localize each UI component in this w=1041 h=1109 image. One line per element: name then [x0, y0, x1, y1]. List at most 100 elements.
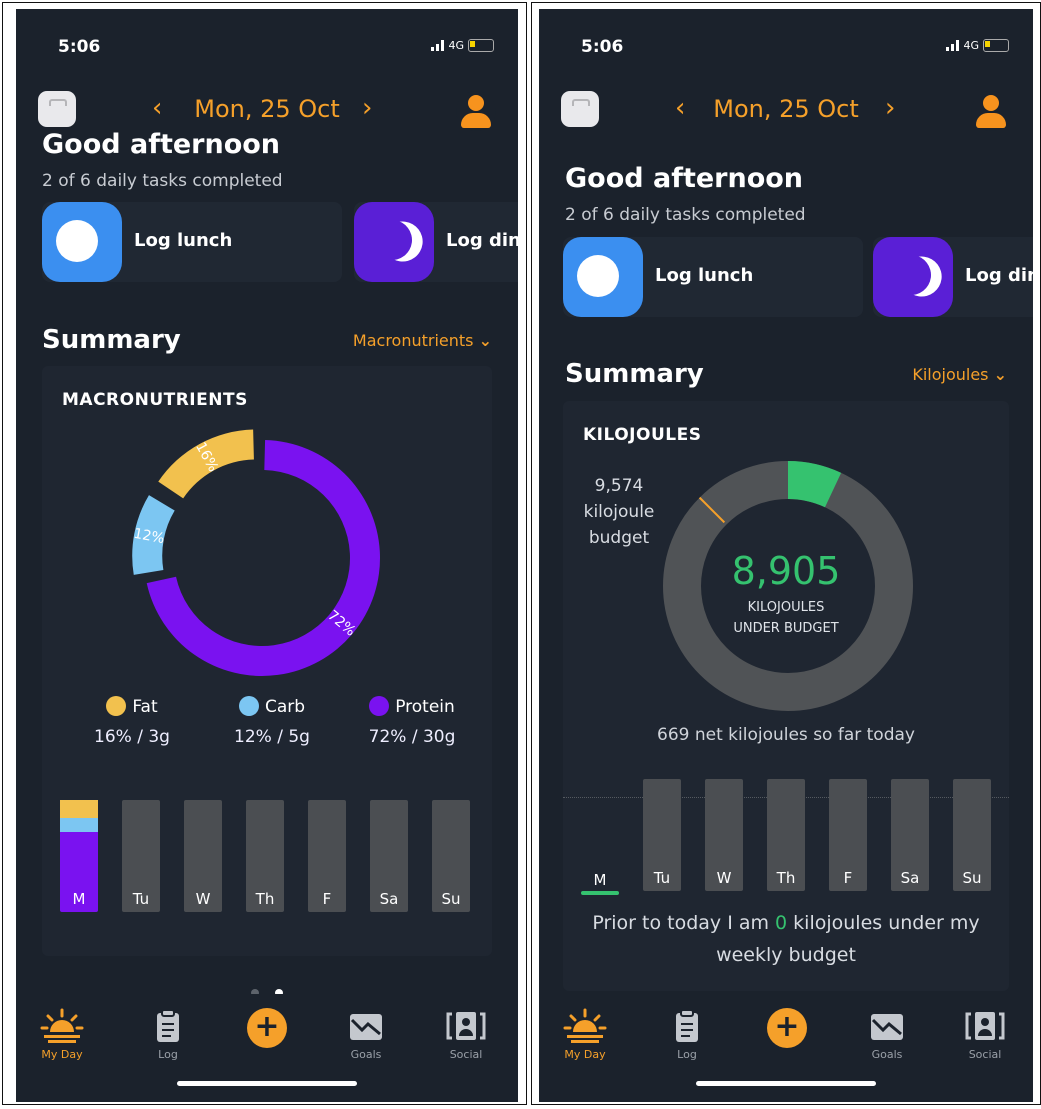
prior-text: kilojoules under my [787, 912, 980, 934]
legend-name: Fat [132, 697, 158, 717]
add-button[interactable]: + [247, 1008, 287, 1048]
tasks-progress: 2 of 6 daily tasks completed [565, 205, 806, 225]
budget-label: 9,574 kilojoule budget [579, 473, 659, 551]
goals-chart-icon [350, 1014, 382, 1040]
profile-icon[interactable] [456, 91, 496, 131]
current-date[interactable]: Mon, 25 Oct [16, 95, 518, 123]
day-bar[interactable]: W [705, 779, 743, 891]
home-indicator[interactable] [177, 1081, 357, 1086]
chevron-down-icon: ⌄ [993, 365, 1007, 384]
summary-dropdown[interactable]: Kilojoules ⌄ [912, 365, 1007, 384]
summary-title: Summary [565, 359, 704, 389]
day-label: Tu [132, 890, 150, 908]
current-date[interactable]: Mon, 25 Oct [539, 95, 1033, 123]
day-label: M [593, 871, 607, 889]
day-bar[interactable]: W [184, 800, 222, 912]
legend-value: 72% / 30g [368, 727, 456, 747]
battery-icon [468, 39, 494, 52]
social-icon [965, 1012, 1005, 1040]
card-title: MACRONUTRIENTS [62, 390, 248, 410]
net-kilojoules-text: 669 net kilojoules so far today [657, 725, 915, 745]
tab-label: My Day [41, 1048, 83, 1061]
bottom-tab-bar: My Day Log + Goals Social [16, 994, 518, 1102]
sunrise-icon [40, 1008, 84, 1043]
signal-icon [431, 40, 445, 51]
task-label: Log dinr [965, 265, 1033, 286]
phone-screen-macronutrients: 5:06 4G ‹ Mon, 25 Oct › Good afternoon 2… [16, 9, 518, 1102]
macronutrients-card: MACRONUTRIENTS 72% 12% 16% Fat 16% / 3g Ca… [42, 366, 492, 956]
day-bar-monday[interactable]: M [581, 871, 619, 895]
tab-my-day[interactable]: My Day [555, 1008, 615, 1061]
budget-text: kilojoule [583, 502, 655, 522]
chevron-right-icon[interactable]: › [885, 93, 895, 123]
task-card-log-lunch[interactable]: Log lunch [563, 237, 863, 317]
weekly-budget-text: Prior to today I am 0 kilojoules under m… [563, 907, 1009, 971]
day-bar[interactable]: F [308, 800, 346, 912]
clipboard-icon [676, 1009, 698, 1042]
budget-value: 9,574 [594, 476, 644, 496]
chevron-right-icon[interactable]: › [362, 93, 372, 123]
dropdown-label: Kilojoules [912, 365, 989, 384]
day-bar[interactable]: Tu [643, 779, 681, 891]
macronutrients-donut-chart: 72%12%16% [132, 429, 380, 676]
bar-segment-fat [60, 800, 98, 818]
prior-value: 0 [775, 912, 788, 934]
tab-my-day[interactable]: My Day [32, 1008, 92, 1061]
legend-name: Carb [264, 697, 306, 717]
day-bar-monday[interactable]: M [60, 800, 98, 912]
task-card-log-dinner[interactable]: Log dinr [354, 202, 518, 282]
network-label: 4G [448, 39, 464, 52]
summary-title: Summary [42, 325, 181, 355]
tab-goals[interactable]: Goals [857, 1008, 917, 1061]
bar-segment-carb [60, 818, 98, 832]
day-bar[interactable]: Th [767, 779, 805, 891]
sunrise-icon [563, 1008, 607, 1043]
tab-log[interactable]: Log [657, 1008, 717, 1061]
task-label: Log lunch [134, 230, 233, 251]
prior-text: weekly budget [716, 944, 856, 966]
lunch-icon [563, 237, 643, 317]
tab-label: Social [449, 1048, 483, 1061]
tab-label: Goals [350, 1048, 382, 1061]
chevron-down-icon: ⌄ [478, 331, 492, 350]
day-label: W [716, 869, 732, 887]
legend-value: 16% / 3g [94, 727, 170, 747]
summary-dropdown[interactable]: Macronutrients ⌄ [353, 331, 492, 350]
tab-social[interactable]: Social [436, 1008, 496, 1061]
day-label: Su [441, 890, 461, 908]
profile-icon[interactable] [971, 91, 1011, 131]
tab-goals[interactable]: Goals [336, 1008, 396, 1061]
day-label: F [843, 869, 853, 887]
tab-log[interactable]: Log [138, 1008, 198, 1061]
status-bar: 5:06 4G [539, 35, 1033, 59]
goals-chart-icon [871, 1014, 903, 1040]
tab-social[interactable]: Social [955, 1008, 1015, 1061]
task-card-log-lunch[interactable]: Log lunch [42, 202, 342, 282]
day-label: Su [962, 869, 982, 887]
legend-value: 12% / 5g [234, 727, 310, 747]
moon-icon [873, 237, 953, 317]
legend-dot [238, 696, 259, 716]
status-time: 5:06 [581, 37, 624, 57]
day-bar[interactable]: Sa [370, 800, 408, 912]
day-bar[interactable]: Sa [891, 779, 929, 891]
under-label-line: KILOJOULES [747, 600, 825, 615]
today-indicator [581, 891, 619, 895]
legend-protein: Protein 72% / 30g [342, 696, 482, 747]
prior-text: Prior to today I am [592, 912, 776, 934]
phone-screen-kilojoules: 5:06 4G ‹ Mon, 25 Oct › Good afternoon 2… [539, 9, 1033, 1102]
kilojoules-card: KILOJOULES 9,574 kilojoule budget 8,905 … [563, 401, 1009, 991]
day-label: M [72, 890, 86, 908]
under-budget-label: KILOJOULES UNDER BUDGET [563, 597, 1009, 639]
day-bar[interactable]: Su [432, 800, 470, 912]
social-icon [446, 1012, 486, 1040]
task-card-log-dinner[interactable]: Log dinr [873, 237, 1033, 317]
day-bar[interactable]: Su [953, 779, 991, 891]
tab-label: Log [158, 1048, 178, 1061]
home-indicator[interactable] [696, 1081, 876, 1086]
day-bar[interactable]: Tu [122, 800, 160, 912]
day-bar[interactable]: Th [246, 800, 284, 912]
tab-label: My Day [564, 1048, 606, 1061]
day-bar[interactable]: F [829, 779, 867, 891]
add-button[interactable]: + [767, 1008, 807, 1048]
